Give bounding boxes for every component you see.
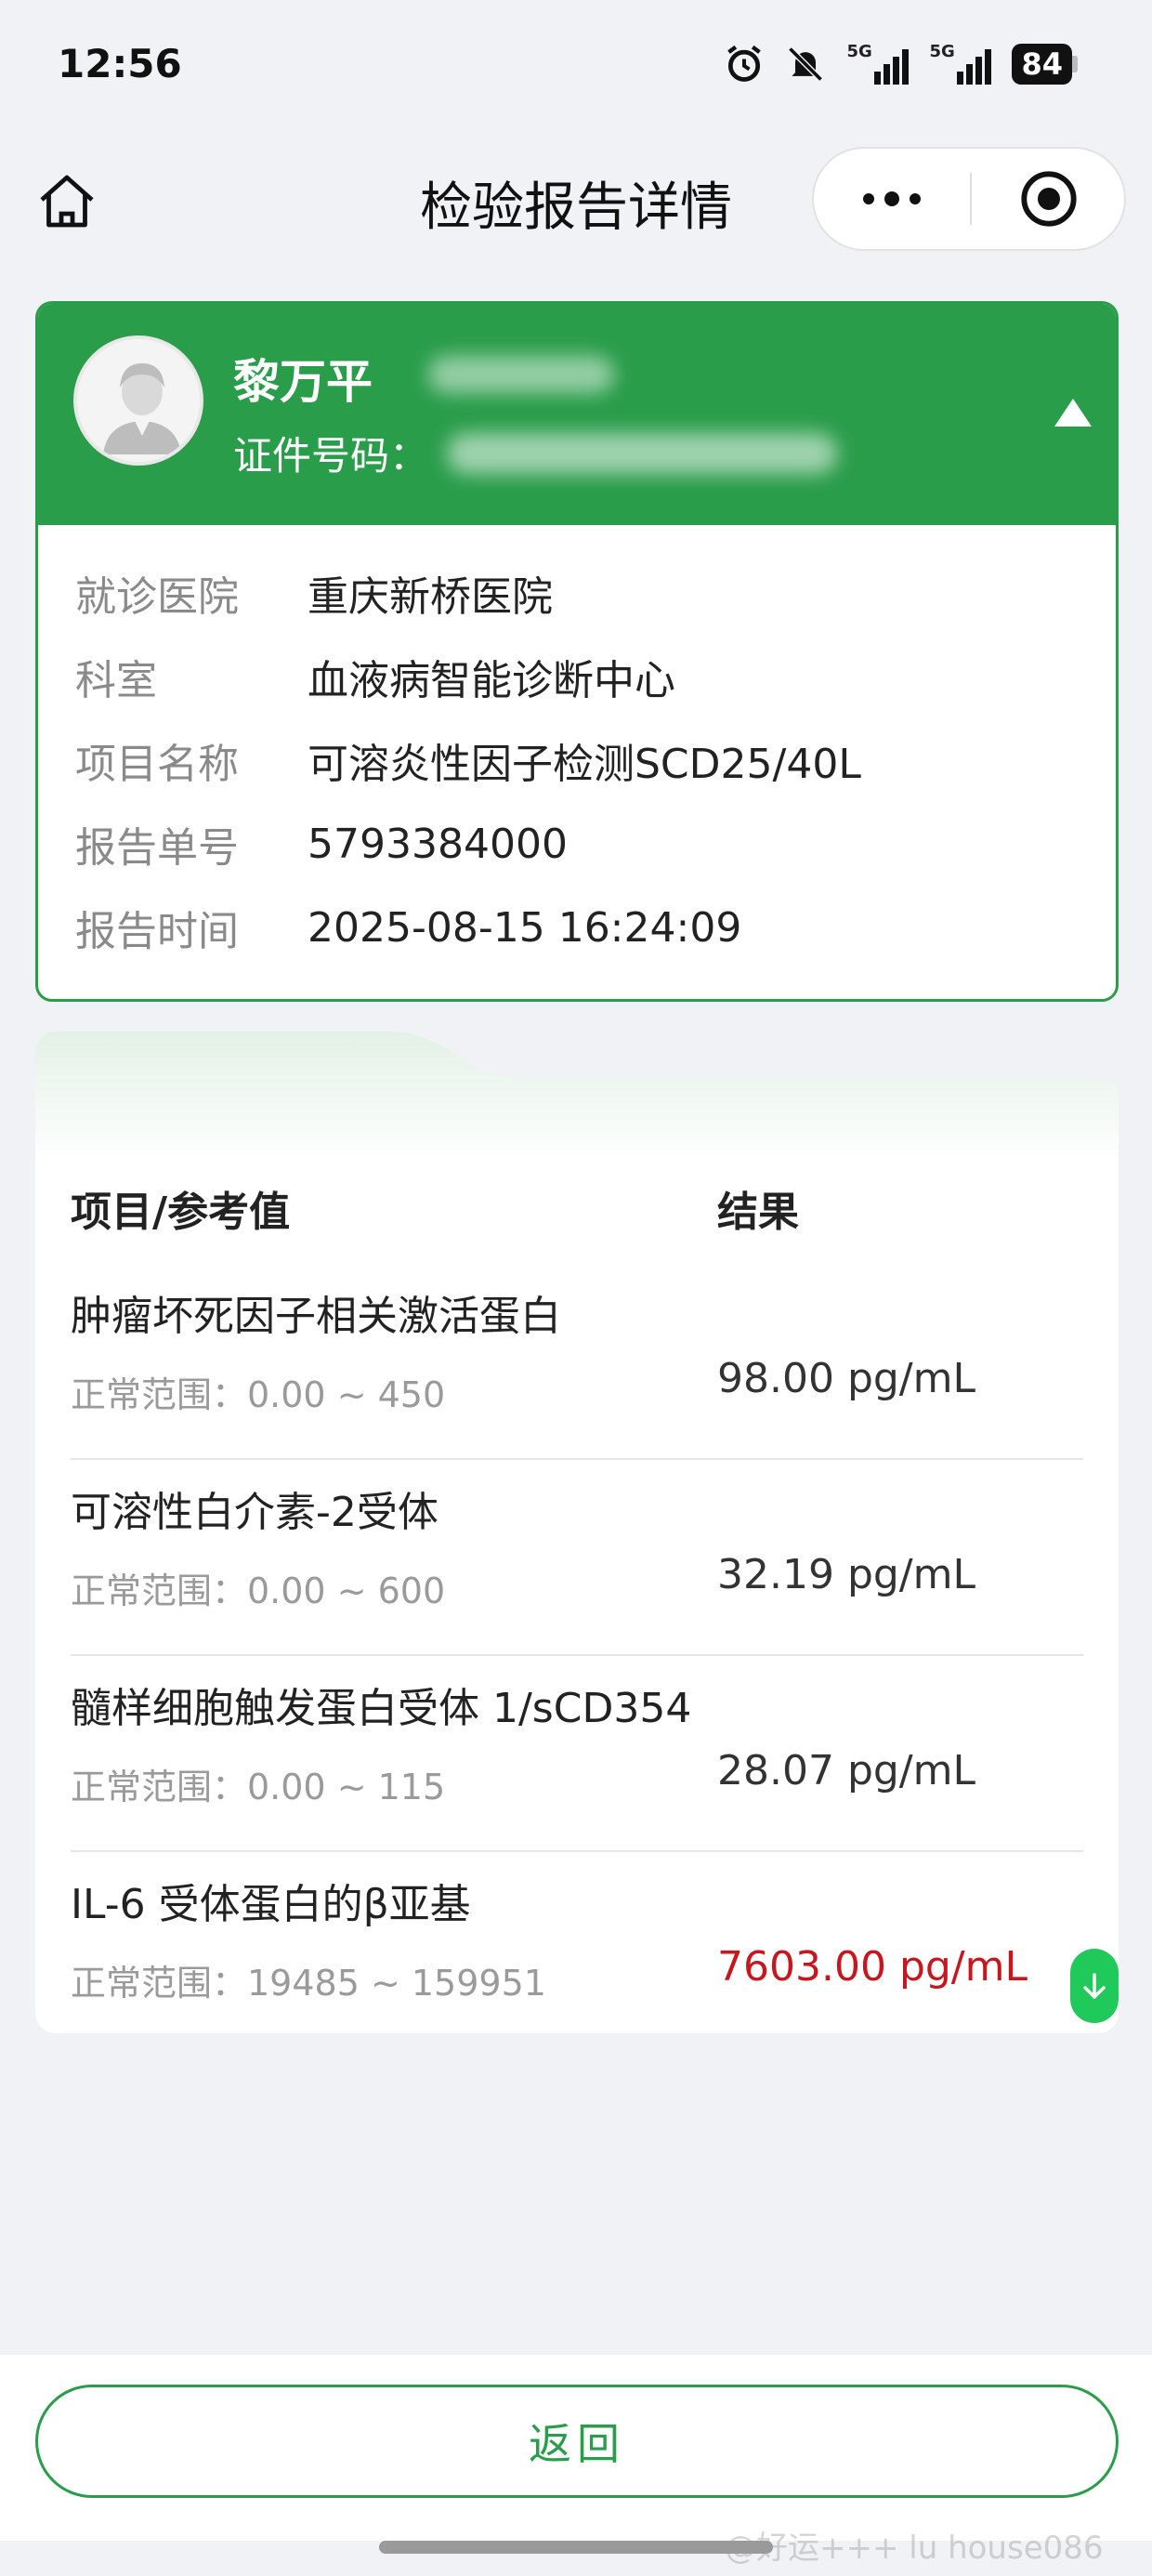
reference-range: 正常范围：19485 ~ 159951: [71, 1963, 546, 2004]
bottom-bar: 返回: [0, 2355, 1152, 2541]
results-rows: 肿瘤坏死因子相关激活蛋白 正常范围：0.00 ~ 450 98.00 pg/mL…: [71, 1264, 1119, 2033]
reference-range: 正常范围：0.00 ~ 600: [71, 1571, 446, 1611]
test-name: IL-6 受体蛋白的β亚基: [71, 1881, 471, 1928]
id-label: 证件号码：: [233, 433, 429, 479]
watermark: @好运+++ lu house086: [725, 2530, 1104, 2567]
status-icons: 5G 5G 84: [724, 41, 1078, 87]
test-name: 肿瘤坏死因子相关激活蛋白: [71, 1293, 561, 1340]
alarm-icon: [724, 44, 765, 85]
signal-icon-2: 5G: [929, 42, 992, 85]
battery-icon: 84: [1012, 44, 1078, 85]
test-result-abnormal: 7603.00 pg/mL: [717, 1943, 1028, 1991]
target-close-icon: [1021, 171, 1077, 227]
reference-range: 正常范围：0.00 ~ 450: [71, 1374, 446, 1415]
id-row: 证件号码：: [233, 425, 838, 481]
info-row-hospital: 就诊医院 重庆新桥医院: [75, 551, 1079, 635]
info-row-report-number: 报告单号 5793384000: [75, 802, 1079, 886]
test-name: 可溶性白介素-2受体: [71, 1489, 439, 1536]
results-card: 项目/参考值 结果 肿瘤坏死因子相关激活蛋白 正常范围：0.00 ~ 450 9…: [35, 1032, 1119, 2033]
test-result: 98.00 pg/mL: [717, 1355, 976, 1402]
table-row: 肿瘤坏死因子相关激活蛋白 正常范围：0.00 ~ 450 98.00 pg/mL: [71, 1264, 1083, 1460]
info-value: 可溶炎性因子检测SCD25/40L: [308, 741, 861, 788]
info-value: 重庆新桥医院: [308, 573, 553, 621]
more-button[interactable]: [814, 149, 970, 249]
patient-header[interactable]: 黎万平 证件号码：: [38, 304, 1116, 525]
info-label: 科室: [75, 657, 157, 704]
mute-bell-icon: [785, 44, 826, 85]
patient-card: 黎万平 证件号码： 就诊医院 重庆新桥医院 科室 血液病智能诊断中心 项目名称 …: [35, 301, 1119, 1002]
redacted-blur: [428, 356, 614, 393]
table-row: 可溶性白介素-2受体 正常范围：0.00 ~ 600 32.19 pg/mL: [71, 1460, 1083, 1656]
status-time: 12:56: [58, 41, 182, 86]
signal-label-2: 5G: [929, 42, 955, 61]
redacted-id-blur: [447, 432, 838, 474]
info-row-department: 科室 血液病智能诊断中心: [75, 635, 1079, 718]
status-bar: 12:56 5G 5G 84: [0, 0, 1152, 130]
results-table-header: 项目/参考值 结果: [71, 1171, 1083, 1245]
signal-icon-1: 5G: [846, 42, 910, 85]
table-row: IL-6 受体蛋白的β亚基 正常范围：19485 ~ 159951 7603.0…: [71, 1852, 1119, 2033]
reference-range: 正常范围：0.00 ~ 115: [71, 1767, 446, 1807]
info-value: 血液病智能诊断中心: [308, 657, 675, 704]
test-name: 髓样细胞触发蛋白受体 1/sCD354: [71, 1685, 692, 1732]
info-label: 报告时间: [75, 908, 239, 955]
nav-bar: 检验报告详情: [0, 130, 1152, 268]
info-row-report-time: 报告时间 2025-08-15 16:24:09: [75, 886, 1079, 969]
back-button[interactable]: 返回: [35, 2385, 1119, 2498]
info-label: 项目名称: [75, 741, 239, 788]
info-value: 2025-08-15 16:24:09: [308, 903, 742, 952]
test-result: 32.19 pg/mL: [717, 1551, 976, 1598]
test-result: 28.07 pg/mL: [717, 1747, 976, 1794]
triangle-up-icon[interactable]: [1053, 395, 1093, 430]
results-tab-shape: [35, 1032, 1119, 1162]
info-value: 5793384000: [308, 820, 568, 868]
avatar: [73, 335, 203, 466]
mini-program-capsule: [812, 147, 1126, 251]
close-button[interactable]: [972, 149, 1126, 249]
info-label: 就诊医院: [75, 573, 239, 621]
info-label: 报告单号: [75, 824, 239, 872]
signal-label-1: 5G: [846, 42, 872, 61]
arrow-down-low-icon: [1070, 1949, 1119, 2023]
patient-info-list: 就诊医院 重庆新桥医院 科室 血液病智能诊断中心 项目名称 可溶炎性因子检测SC…: [75, 551, 1079, 969]
home-indicator[interactable]: [379, 2541, 773, 2554]
header-item: 项目/参考值: [71, 1189, 291, 1236]
patient-name: 黎万平: [233, 355, 373, 409]
info-row-project: 项目名称 可溶炎性因子检测SCD25/40L: [75, 718, 1079, 802]
table-row: 髓样细胞触发蛋白受体 1/sCD354 正常范围：0.00 ~ 115 28.0…: [71, 1656, 1083, 1852]
header-result: 结果: [717, 1189, 799, 1236]
battery-level: 84: [1012, 44, 1072, 85]
more-dots-icon: [863, 191, 921, 206]
